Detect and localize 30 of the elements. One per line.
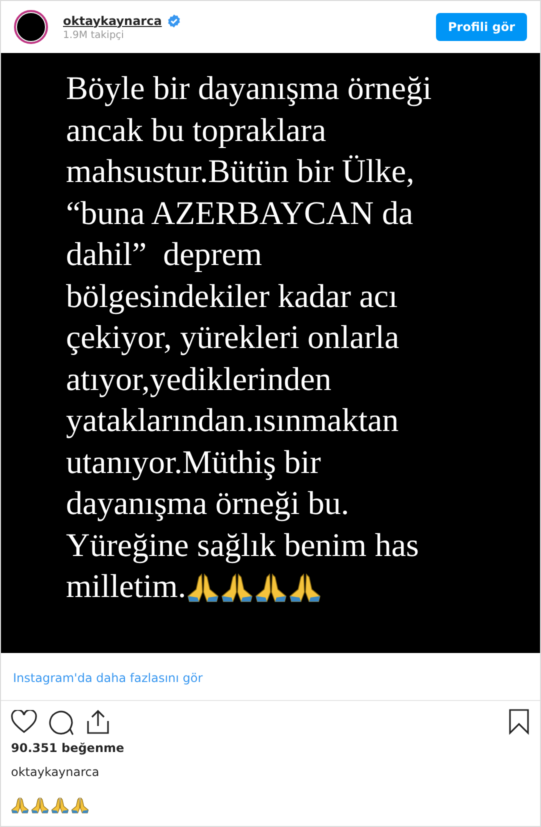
praying-hands-icon	[254, 572, 288, 603]
share-icon[interactable]	[86, 709, 110, 735]
image-text-line: yataklarından.ısınmaktan	[66, 403, 399, 440]
image-text-line: Yüreğine sağlık benim has	[66, 528, 419, 565]
follower-count: 1.9M takipçi	[63, 30, 125, 40]
image-text-line: “buna AZERBAYCAN da	[66, 196, 414, 233]
praying-hands-icon	[31, 797, 49, 814]
avatar-icon[interactable]	[14, 10, 48, 44]
image-text-line: Böyle bir dayanışma örneği	[66, 71, 432, 108]
image-text-line: milletim.	[66, 569, 186, 606]
caption-username[interactable]: oktaykaynarca	[11, 765, 530, 779]
image-text-line: atıyor,yediklerinden	[66, 362, 332, 399]
image-text-line: bölgesindekiler kadar acı	[66, 278, 398, 316]
praying-hands-icon	[71, 797, 89, 814]
image-text-line: dahil” deprem	[66, 237, 262, 274]
praying-hands-icon	[220, 572, 254, 603]
image-text-line: dayanışma örneği bu.	[66, 486, 350, 524]
image-text-line: ancak bu topraklara	[66, 112, 326, 150]
comment-icon[interactable]	[49, 710, 74, 734]
praying-hands-icon	[11, 797, 29, 814]
bookmark-icon[interactable]	[508, 709, 530, 735]
praying-hands-icon	[51, 797, 69, 814]
like-count: 90.351 beğenme	[11, 741, 126, 755]
heart-icon[interactable]	[11, 710, 37, 734]
image-text-line: çekiyor, yürekleri onlarla	[66, 320, 400, 358]
praying-hands-icon	[288, 572, 322, 603]
username-link[interactable]: oktaykaynarca	[63, 14, 162, 28]
image-text-line: utanıyor.Müthiş bir	[66, 444, 321, 482]
praying-hands-icon	[186, 572, 220, 603]
image-text-line: mahsustur.Bütün bir Ülke,	[66, 154, 414, 192]
